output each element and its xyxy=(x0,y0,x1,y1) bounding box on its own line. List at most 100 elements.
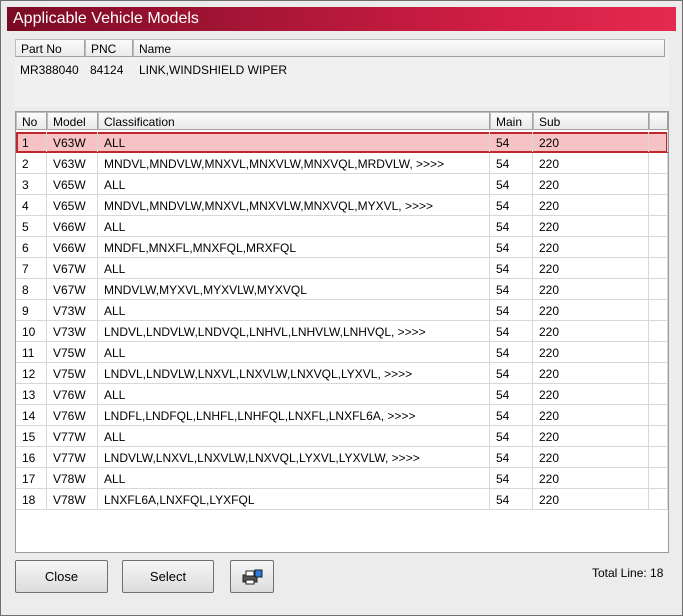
cell-main: 54 xyxy=(490,174,533,194)
cell-no: 18 xyxy=(16,489,47,509)
cell-main: 54 xyxy=(490,363,533,383)
print-button[interactable] xyxy=(230,560,274,593)
header-main[interactable]: Main xyxy=(490,112,533,130)
cell-no: 15 xyxy=(16,426,47,446)
cell-sub: 220 xyxy=(533,363,649,383)
cell-spacer xyxy=(649,279,668,299)
cell-sub: 220 xyxy=(533,279,649,299)
cell-classification: ALL xyxy=(98,300,490,320)
vehicle-models-table[interactable]: No Model Classification Main Sub 1 V63W AL… xyxy=(15,111,669,553)
cell-sub: 220 xyxy=(533,174,649,194)
cell-model: V75W xyxy=(47,363,98,383)
header-name[interactable]: Name xyxy=(133,39,665,57)
cell-spacer xyxy=(649,342,668,362)
cell-main: 54 xyxy=(490,447,533,467)
part-no-value: MR388040 xyxy=(20,63,79,77)
table-row[interactable]: 5 V66W ALL 54 220 xyxy=(16,216,668,237)
cell-no: 2 xyxy=(16,153,47,173)
cell-no: 11 xyxy=(16,342,47,362)
cell-sub: 220 xyxy=(533,321,649,341)
cell-main: 54 xyxy=(490,132,533,152)
cell-classification: ALL xyxy=(98,468,490,488)
cell-spacer xyxy=(649,405,668,425)
cell-spacer xyxy=(649,258,668,278)
cell-model: V66W xyxy=(47,216,98,236)
cell-classification: ALL xyxy=(98,426,490,446)
table-row[interactable]: 12 V75W LNDVL,LNDVLW,LNXVL,LNXVLW,LNXVQL,L… xyxy=(16,363,668,384)
cell-classification: MNDVL,MNDVLW,MNXVL,MNXVLW,MNXVQL,MRDVLW,… xyxy=(98,153,490,173)
cell-model: V75W xyxy=(47,342,98,362)
cell-classification: ALL xyxy=(98,384,490,404)
table-row[interactable]: 3 V65W ALL 54 220 xyxy=(16,174,668,195)
cell-no: 10 xyxy=(16,321,47,341)
table-row[interactable]: 4 V65W MNDVL,MNDVLW,MNXVL,MNXVLW,MNXVQL,MY… xyxy=(16,195,668,216)
table-row[interactable]: 8 V67W MNDVLW,MYXVL,MYXVLW,MYXVQL 54 220 xyxy=(16,279,668,300)
table-row[interactable]: 1 V63W ALL 54 220 xyxy=(16,132,668,153)
table-row[interactable]: 6 V66W MNDFL,MNXFL,MNXFQL,MRXFQL 54 220 xyxy=(16,237,668,258)
header-model[interactable]: Model xyxy=(47,112,98,130)
printer-icon xyxy=(242,569,263,585)
cell-spacer xyxy=(649,300,668,320)
cell-spacer xyxy=(649,447,668,467)
cell-spacer xyxy=(649,384,668,404)
table-row[interactable]: 15 V77W ALL 54 220 xyxy=(16,426,668,447)
cell-sub: 220 xyxy=(533,153,649,173)
cell-sub: 220 xyxy=(533,447,649,467)
table-row[interactable]: 10 V73W LNDVL,LNDVLW,LNDVQL,LNHVL,LNHVLW,L… xyxy=(16,321,668,342)
cell-main: 54 xyxy=(490,300,533,320)
cell-no: 4 xyxy=(16,195,47,215)
cell-spacer xyxy=(649,174,668,194)
cell-model: V67W xyxy=(47,279,98,299)
cell-classification: ALL xyxy=(98,342,490,362)
table-row[interactable]: 2 V63W MNDVL,MNDVLW,MNXVL,MNXVLW,MNXVQL,MR… xyxy=(16,153,668,174)
part-info-panel: Part No PNC Name MR388040 84124 LINK,WIN… xyxy=(15,39,669,107)
table-row[interactable]: 11 V75W ALL 54 220 xyxy=(16,342,668,363)
cell-model: V65W xyxy=(47,174,98,194)
header-spacer xyxy=(649,112,668,130)
header-pnc[interactable]: PNC xyxy=(85,39,133,57)
cell-main: 54 xyxy=(490,195,533,215)
cell-sub: 220 xyxy=(533,258,649,278)
cell-main: 54 xyxy=(490,342,533,362)
table-row[interactable]: 16 V77W LNDVLW,LNXVL,LNXVLW,LNXVQL,LYXVL,L… xyxy=(16,447,668,468)
cell-spacer xyxy=(649,426,668,446)
table-row[interactable]: 9 V73W ALL 54 220 xyxy=(16,300,668,321)
cell-sub: 220 xyxy=(533,426,649,446)
cell-main: 54 xyxy=(490,489,533,509)
header-no[interactable]: No xyxy=(16,112,47,130)
cell-main: 54 xyxy=(490,384,533,404)
header-part-no[interactable]: Part No xyxy=(15,39,85,57)
cell-main: 54 xyxy=(490,279,533,299)
cell-classification: MNDVLW,MYXVL,MYXVLW,MYXVQL xyxy=(98,279,490,299)
table-row[interactable]: 17 V78W ALL 54 220 xyxy=(16,468,668,489)
cell-model: V73W xyxy=(47,321,98,341)
cell-main: 54 xyxy=(490,405,533,425)
cell-main: 54 xyxy=(490,237,533,257)
table-row[interactable]: 13 V76W ALL 54 220 xyxy=(16,384,668,405)
cell-model: V77W xyxy=(47,426,98,446)
cell-no: 17 xyxy=(16,468,47,488)
cell-classification: ALL xyxy=(98,132,490,152)
total-lines-label: Total Line: 18 xyxy=(592,566,664,580)
cell-classification: LNDVL,LNDVLW,LNDVQL,LNHVL,LNHVLW,LNHVQL,… xyxy=(98,321,490,341)
cell-classification: ALL xyxy=(98,258,490,278)
pnc-value: 84124 xyxy=(90,63,124,77)
table-row[interactable]: 7 V67W ALL 54 220 xyxy=(16,258,668,279)
header-sub[interactable]: Sub xyxy=(533,112,649,130)
cell-model: V67W xyxy=(47,258,98,278)
cell-main: 54 xyxy=(490,153,533,173)
cell-sub: 220 xyxy=(533,216,649,236)
cell-spacer xyxy=(649,321,668,341)
cell-model: V63W xyxy=(47,153,98,173)
cell-sub: 220 xyxy=(533,132,649,152)
select-button[interactable]: Select xyxy=(122,560,214,593)
cell-main: 54 xyxy=(490,258,533,278)
cell-classification: LNXFL6A,LNXFQL,LYXFQL xyxy=(98,489,490,509)
cell-main: 54 xyxy=(490,216,533,236)
cell-spacer xyxy=(649,363,668,383)
cell-no: 8 xyxy=(16,279,47,299)
close-button[interactable]: Close xyxy=(15,560,108,593)
table-row[interactable]: 14 V76W LNDFL,LNDFQL,LNHFL,LNHFQL,LNXFL,LN… xyxy=(16,405,668,426)
table-row[interactable]: 18 V78W LNXFL6A,LNXFQL,LYXFQL 54 220 xyxy=(16,489,668,510)
header-classification[interactable]: Classification xyxy=(98,112,490,130)
